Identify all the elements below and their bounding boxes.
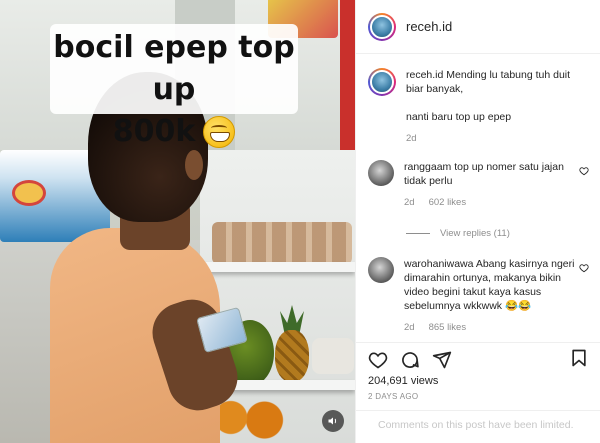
caption-line-2: 800k xyxy=(112,114,196,149)
action-icons xyxy=(368,347,589,373)
shelf-board xyxy=(200,262,355,272)
avatar[interactable] xyxy=(368,68,396,96)
caption-line-1: bocil epep top up xyxy=(53,30,295,107)
comment-time[interactable]: 2d xyxy=(404,196,415,210)
comment-meta: 2d xyxy=(406,132,589,146)
comment-likes[interactable]: 602 likes xyxy=(429,196,467,210)
avatar[interactable] xyxy=(368,160,394,186)
bookmark-icon[interactable] xyxy=(569,348,589,368)
white-bag xyxy=(312,338,354,374)
post-video[interactable]: bocil epep top up 800k xyxy=(0,0,355,443)
comments-limited-notice: Comments on this post have been limited. xyxy=(356,410,600,443)
comment-text-line-2: nanti baru top up epep xyxy=(406,111,512,123)
comment-body: ranggaam top up nomer satu jajan tidak p… xyxy=(404,160,589,210)
avatar-image xyxy=(370,14,394,39)
comment-item: ranggaam top up nomer satu jajan tidak p… xyxy=(356,160,600,210)
grinning-emoji-icon xyxy=(203,116,236,148)
caption-line-2-row: 800k xyxy=(50,111,298,153)
comment-body: receh.id Mending lu tabung tuh duit biar… xyxy=(406,68,589,146)
comment-time[interactable]: 2d xyxy=(406,132,417,146)
comment-likes[interactable]: 865 likes xyxy=(429,321,467,335)
replies-divider xyxy=(406,233,430,234)
avatar[interactable] xyxy=(368,12,396,41)
post-actions: 204,691 views 2 DAYS AGO xyxy=(356,342,600,401)
comment-item: warohaniwawa Abang kasirnya ngeri dimara… xyxy=(356,257,600,335)
action-icons-left xyxy=(368,350,452,370)
comments-list: receh.id Mending lu tabung tuh duit biar… xyxy=(356,56,600,342)
comment-meta: 2d 602 likes xyxy=(404,196,589,210)
view-replies-button[interactable]: View replies (11) xyxy=(406,228,600,239)
video-caption: bocil epep top up 800k xyxy=(50,24,298,149)
caption-comment: receh.id Mending lu tabung tuh duit biar… xyxy=(356,56,600,146)
share-icon[interactable] xyxy=(432,350,452,370)
instagram-post: bocil epep top up 800k receh.id receh.id… xyxy=(0,0,600,443)
pineapple xyxy=(275,330,309,382)
heart-icon[interactable] xyxy=(579,166,589,176)
comment-meta: 2d 865 likes xyxy=(404,321,589,335)
comment-username[interactable]: receh.id xyxy=(406,69,443,81)
freezer-logo xyxy=(12,180,46,206)
comment-icon[interactable] xyxy=(400,350,420,370)
boy-ear xyxy=(185,150,203,180)
comment-body: warohaniwawa Abang kasirnya ngeri dimara… xyxy=(404,257,589,335)
post-sidebar: receh.id receh.id Mending lu tabung tuh … xyxy=(355,0,600,443)
view-replies-label: View replies (11) xyxy=(440,228,510,239)
speaker-icon[interactable] xyxy=(322,410,344,432)
post-date[interactable]: 2 DAYS AGO xyxy=(368,392,589,401)
comment-username[interactable]: ranggaam xyxy=(404,161,451,173)
avatar-image xyxy=(370,70,394,94)
heart-icon[interactable] xyxy=(368,350,388,370)
post-header: receh.id xyxy=(356,0,600,54)
comment-username[interactable]: warohaniwawa xyxy=(404,258,473,270)
heart-icon[interactable] xyxy=(579,263,589,273)
produce-bags xyxy=(212,222,352,264)
action-icons-right xyxy=(569,348,589,373)
header-username[interactable]: receh.id xyxy=(406,19,452,34)
avatar[interactable] xyxy=(368,257,394,283)
comment-time[interactable]: 2d xyxy=(404,321,415,335)
views-count[interactable]: 204,691 views xyxy=(368,375,589,387)
